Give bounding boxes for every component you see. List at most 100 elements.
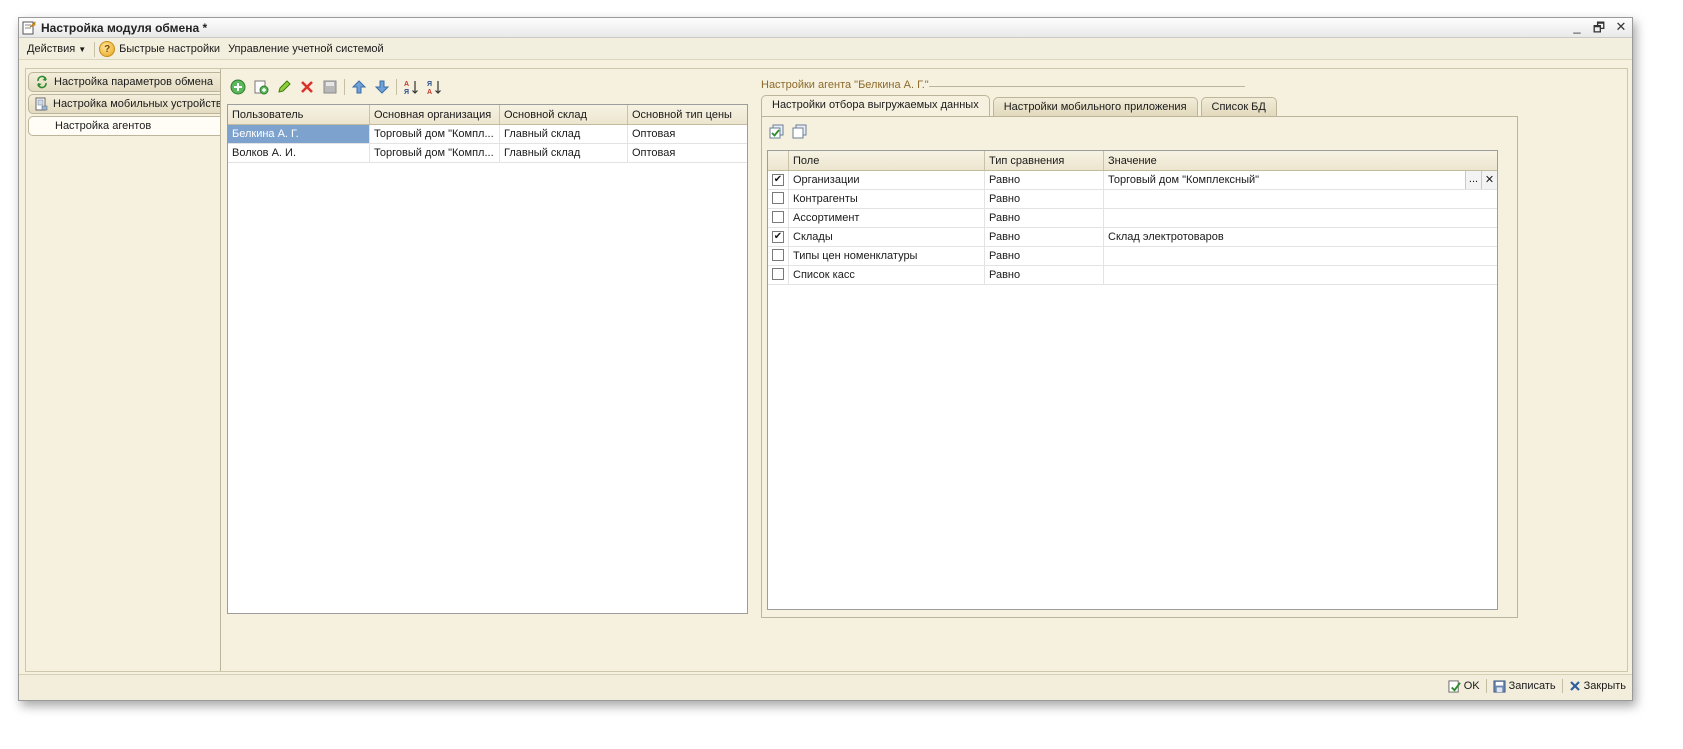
checkbox-unchecked[interactable] bbox=[772, 249, 784, 261]
account-management-label: Управление учетной системой bbox=[228, 43, 384, 55]
table-row[interactable]: Типы цен номенклатуры Равно bbox=[768, 247, 1497, 266]
cell-user[interactable]: Волков А. И. bbox=[228, 144, 370, 162]
window-title: Настройка модуля обмена * bbox=[41, 21, 208, 35]
table-row[interactable]: Контрагенты Равно bbox=[768, 190, 1497, 209]
table-row[interactable]: ✔ Склады Равно Склад электротоваров bbox=[768, 228, 1497, 247]
table-row[interactable]: Волков А. И. Торговый дом "Компл... Глав… bbox=[228, 144, 747, 163]
cell-user[interactable]: Белкина А. Г. bbox=[228, 125, 370, 143]
cell-field[interactable]: Контрагенты bbox=[789, 190, 985, 208]
checkbox-unchecked[interactable] bbox=[772, 192, 784, 204]
minimize-icon[interactable]: _ bbox=[1570, 19, 1584, 41]
checkbox-unchecked[interactable] bbox=[772, 211, 784, 223]
edit-icon[interactable] bbox=[275, 78, 293, 96]
cell-comparison[interactable]: Равно bbox=[985, 209, 1104, 227]
save-button[interactable]: Записать bbox=[1493, 679, 1556, 693]
uncheck-all-icon[interactable] bbox=[791, 123, 809, 141]
column-header-field[interactable]: Поле bbox=[789, 151, 985, 170]
clear-value-icon[interactable]: ✕ bbox=[1481, 171, 1497, 189]
footer-separator bbox=[1561, 679, 1563, 693]
filter-table-header: Поле Тип сравнения Значение bbox=[768, 151, 1497, 171]
cell-price-type[interactable]: Оптовая bbox=[628, 144, 747, 162]
tab-mobile-app-settings[interactable]: Настройки мобильного приложения bbox=[992, 97, 1198, 116]
delete-icon[interactable] bbox=[298, 78, 316, 96]
table-row[interactable]: Белкина А. Г. Торговый дом "Компл... Гла… bbox=[228, 125, 747, 144]
sort-ascending-icon[interactable]: AЯ bbox=[402, 78, 420, 96]
checkbox-checked[interactable]: ✔ bbox=[772, 231, 784, 243]
footer-bar: OK Записать Закрыть bbox=[19, 674, 1632, 700]
ok-button[interactable]: OK bbox=[1448, 679, 1480, 693]
cell-warehouse[interactable]: Главный склад bbox=[500, 144, 628, 162]
actions-menu[interactable]: Действия ▼ bbox=[23, 43, 90, 55]
cell-field[interactable]: Ассортимент bbox=[789, 209, 985, 227]
cell-field[interactable]: Организации bbox=[789, 171, 985, 189]
tab-db-list[interactable]: Список БД bbox=[1200, 97, 1277, 116]
account-management-menu[interactable]: Управление учетной системой bbox=[224, 43, 388, 55]
add-icon[interactable] bbox=[229, 78, 247, 96]
ok-icon bbox=[1448, 679, 1461, 693]
close-button-label: Закрыть bbox=[1583, 680, 1626, 692]
settings-form-icon bbox=[22, 21, 36, 35]
sort-descending-icon[interactable]: ЯA bbox=[425, 78, 443, 96]
filter-tab-panel: Поле Тип сравнения Значение ✔ Организации… bbox=[761, 116, 1518, 618]
cell-price-type[interactable]: Оптовая bbox=[628, 125, 747, 143]
cell-value[interactable] bbox=[1104, 266, 1497, 284]
column-header-value[interactable]: Значение bbox=[1104, 151, 1497, 170]
checkbox-checked[interactable]: ✔ bbox=[772, 174, 784, 186]
cell-comparison[interactable]: Равно bbox=[985, 190, 1104, 208]
choose-value-button[interactable]: ... bbox=[1465, 171, 1481, 189]
svg-text:A: A bbox=[427, 89, 432, 95]
group-divider bbox=[929, 86, 1245, 87]
filter-table: Поле Тип сравнения Значение ✔ Организации… bbox=[767, 150, 1498, 610]
cell-check bbox=[768, 266, 789, 284]
sidebar-item-mobile-devices[interactable]: Настройка мобильных устройств bbox=[28, 94, 222, 114]
check-all-icon[interactable] bbox=[768, 123, 786, 141]
close-button[interactable]: Закрыть bbox=[1569, 680, 1626, 692]
cell-organization[interactable]: Торговый дом "Компл... bbox=[370, 144, 500, 162]
cell-value[interactable]: Склад электротоваров bbox=[1104, 228, 1497, 246]
move-down-icon[interactable] bbox=[373, 78, 391, 96]
cell-value[interactable] bbox=[1104, 209, 1497, 227]
device-icon bbox=[34, 97, 48, 112]
cell-check: ✔ bbox=[768, 228, 789, 246]
table-row[interactable]: ✔ Организации Равно Торговый дом "Комплексн… bbox=[768, 171, 1497, 190]
cell-value-text: Склад электротоваров bbox=[1108, 231, 1224, 243]
svg-text:Я: Я bbox=[404, 89, 409, 95]
column-header-warehouse[interactable]: Основной склад bbox=[500, 105, 628, 124]
cell-warehouse[interactable]: Главный склад bbox=[500, 125, 628, 143]
cell-comparison[interactable]: Равно bbox=[985, 228, 1104, 246]
cell-comparison[interactable]: Равно bbox=[985, 247, 1104, 265]
column-header-user[interactable]: Пользователь bbox=[228, 105, 370, 124]
table-row[interactable]: Список касс Равно bbox=[768, 266, 1497, 285]
cell-organization[interactable]: Торговый дом "Компл... bbox=[370, 125, 500, 143]
settings-window: Настройка модуля обмена * _ 🗗 ✕ Действия… bbox=[18, 17, 1633, 701]
help-icon[interactable]: ? bbox=[99, 41, 116, 57]
column-header-organization[interactable]: Основная организация bbox=[370, 105, 500, 124]
checkbox-unchecked[interactable] bbox=[772, 268, 784, 280]
cell-comparison[interactable]: Равно bbox=[985, 266, 1104, 284]
cell-field[interactable]: Список касс bbox=[789, 266, 985, 284]
agent-settings-tabs: Настройки отбора выгружаемых данных Наст… bbox=[761, 95, 1277, 116]
agent-settings-group-title: Настройки агента "Белкина А. Г." bbox=[761, 79, 929, 91]
footer-separator bbox=[1485, 679, 1487, 693]
cell-field[interactable]: Склады bbox=[789, 228, 985, 246]
cell-value[interactable]: Торговый дом "Комплексный"... ✕ bbox=[1104, 171, 1497, 189]
close-window-icon[interactable]: ✕ bbox=[1614, 19, 1628, 41]
cell-value[interactable] bbox=[1104, 190, 1497, 208]
cell-field[interactable]: Типы цен номенклатуры bbox=[789, 247, 985, 265]
sidebar-item-label: Настройка параметров обмена bbox=[54, 76, 214, 88]
quick-settings-menu[interactable]: Быстрые настройки bbox=[115, 43, 224, 55]
restore-icon[interactable]: 🗗 bbox=[1592, 19, 1606, 41]
agents-table: Пользователь Основная организация Основн… bbox=[227, 104, 748, 614]
cell-comparison[interactable]: Равно bbox=[985, 171, 1104, 189]
save-icon[interactable] bbox=[321, 78, 339, 96]
column-header-price-type[interactable]: Основной тип цены bbox=[628, 105, 747, 124]
copy-icon[interactable] bbox=[252, 78, 270, 96]
close-icon bbox=[1569, 681, 1580, 691]
table-row[interactable]: Ассортимент Равно bbox=[768, 209, 1497, 228]
sidebar-item-agents[interactable]: Настройка агентов bbox=[28, 116, 221, 136]
column-header-comparison[interactable]: Тип сравнения bbox=[985, 151, 1104, 170]
cell-value[interactable] bbox=[1104, 247, 1497, 265]
move-up-icon[interactable] bbox=[350, 78, 368, 96]
tab-filter-settings[interactable]: Настройки отбора выгружаемых данных bbox=[761, 95, 990, 116]
sidebar-item-exchange-params[interactable]: Настройка параметров обмена bbox=[28, 72, 220, 92]
